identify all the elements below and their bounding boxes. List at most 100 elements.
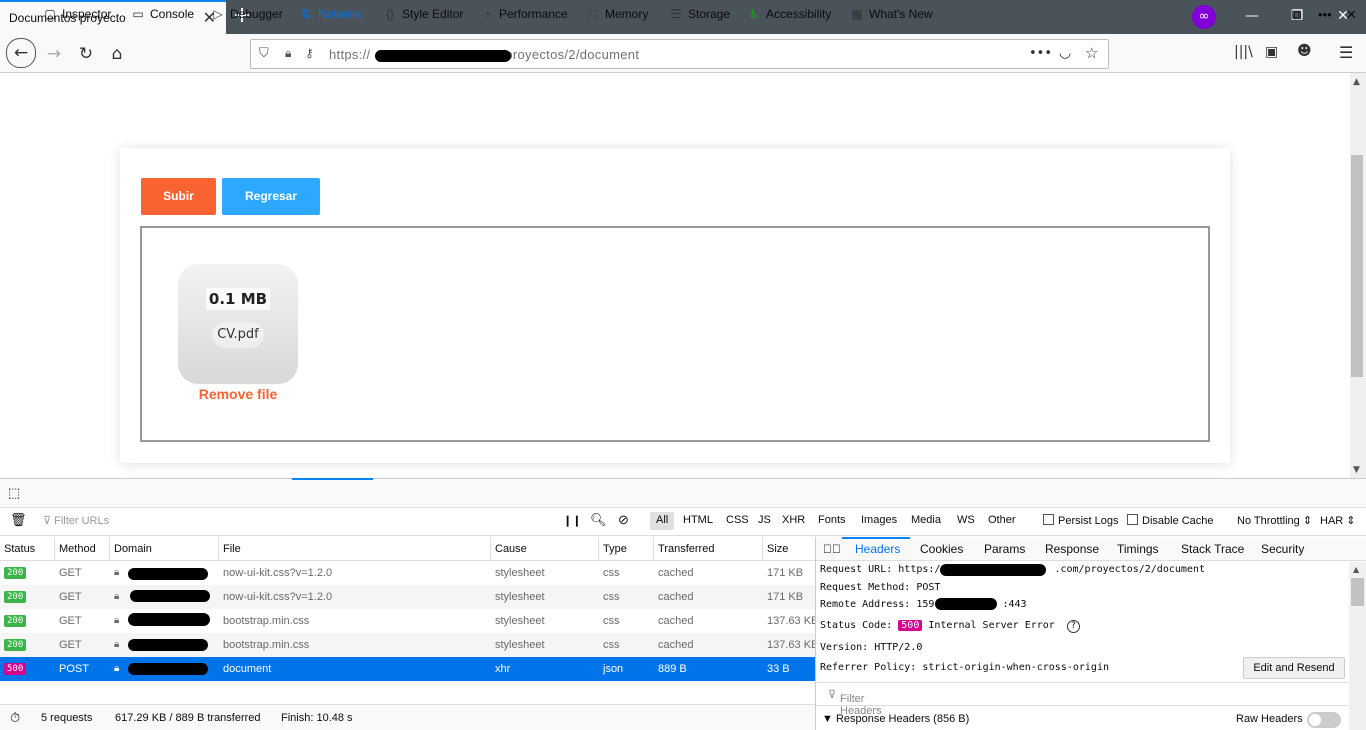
column-divider[interactable] <box>598 537 599 561</box>
home-icon[interactable]: ⌂ <box>104 41 130 67</box>
search-icon[interactable]: 🔍︎ <box>590 512 607 528</box>
dropzone[interactable] <box>140 226 1210 442</box>
upload-button[interactable]: Subir <box>141 178 216 215</box>
tab-label: Inspector <box>62 7 112 21</box>
tab-headers[interactable]: Headers <box>855 542 900 556</box>
column-divider[interactable] <box>109 537 110 561</box>
lock-icon[interactable]: 🔒︎ <box>285 46 291 61</box>
clear-trash-icon[interactable]: 🗑︎ <box>10 512 27 528</box>
col-cause[interactable]: Cause <box>495 543 527 555</box>
minimize-icon[interactable]: — <box>1242 6 1262 26</box>
filter-other[interactable]: Other <box>988 514 1016 526</box>
tab-accessibility[interactable]: ♿︎ Accessibility <box>746 7 832 21</box>
tab-inspector[interactable]: ▢ Inspector <box>42 7 111 21</box>
scroll-up-icon[interactable]: ▲ <box>1353 77 1360 87</box>
key-icon[interactable]: ⚷ <box>305 46 314 60</box>
help-icon[interactable]: ? <box>1066 620 1080 633</box>
filter-media[interactable]: Media <box>911 514 941 526</box>
persist-logs-checkbox[interactable]: Persist Logs <box>1043 514 1119 527</box>
block-icon[interactable]: ⊘ <box>618 512 629 528</box>
disable-cache-checkbox[interactable]: Disable Cache <box>1127 514 1214 527</box>
tab-memory[interactable]: ⬚ Memory <box>585 7 648 21</box>
filter-images[interactable]: Images <box>861 514 897 526</box>
pick-element-icon[interactable]: ⬚ <box>8 485 20 501</box>
col-file[interactable]: File <box>223 543 241 555</box>
col-status[interactable]: Status <box>4 543 35 555</box>
table-row[interactable]: 200 GET 🔒︎ now-ui-kit.css?v=1.2.0 styles… <box>0 561 815 585</box>
col-domain[interactable]: Domain <box>114 543 152 555</box>
reload-icon[interactable]: ↻ <box>73 41 99 67</box>
library-icon[interactable]: |||\ <box>1234 44 1253 60</box>
column-divider[interactable] <box>54 537 55 561</box>
menu-icon[interactable]: ☰ <box>1339 43 1353 62</box>
bookmark-star-icon[interactable]: ☆ <box>1085 44 1098 62</box>
raw-headers-toggle[interactable] <box>1307 712 1341 728</box>
tab-whats-new[interactable]: ▦ What's New <box>849 7 932 21</box>
filter-urls-input[interactable]: ⊽ Filter URLs <box>43 514 109 527</box>
tab-stack-trace[interactable]: Stack Trace <box>1181 542 1244 556</box>
tab-console[interactable]: ▭ Console <box>130 7 194 21</box>
tab-network[interactable]: ⇅ Network <box>298 7 362 21</box>
scroll-up-icon[interactable]: ▲ <box>1353 565 1359 574</box>
timer-icon[interactable]: ⏱︎ <box>10 710 20 726</box>
tab-performance[interactable]: ◔ Performance <box>479 7 567 21</box>
dock-icon[interactable]: ⧉ <box>1292 7 1301 23</box>
filter-ws[interactable]: WS <box>957 514 975 526</box>
filter-headers-input[interactable]: ⊽ Filter Headers <box>816 682 1348 717</box>
edit-and-resend-button[interactable]: Edit and Resend <box>1243 657 1345 679</box>
sidebar-icon[interactable]: ▣ <box>1265 44 1278 60</box>
table-row[interactable]: 200 GET 🔒︎ now-ui-kit.css?v=1.2.0 styles… <box>0 585 815 609</box>
extension-icon[interactable]: ☻ <box>1297 43 1312 59</box>
label: Status Code: <box>820 620 893 631</box>
tab-params[interactable]: Params <box>984 542 1025 556</box>
pocket-icon[interactable]: ◡ <box>1059 45 1071 61</box>
scroll-down-icon[interactable]: ▼ <box>1353 465 1360 475</box>
url-bar[interactable]: ⛉ 🔒︎ ⚷ https:///proyectos/2/document •••… <box>250 39 1109 69</box>
col-type[interactable]: Type <box>603 543 627 555</box>
column-divider[interactable] <box>653 537 654 561</box>
transferred: cached <box>658 567 694 579</box>
response-headers-toggle[interactable]: ▼ Response Headers (856 B) <box>822 713 969 725</box>
page-actions-icon[interactable]: ••• <box>1029 46 1052 61</box>
forward-arrow-icon[interactable]: → <box>41 41 67 67</box>
filter-all[interactable]: All <box>656 514 668 526</box>
value: strict-origin-when-cross-origin <box>922 662 1109 673</box>
tab-response[interactable]: Response <box>1045 542 1099 556</box>
more-options-icon[interactable]: ••• <box>1318 7 1332 22</box>
toggle-panel-icon[interactable]: ▷⃞ <box>823 542 841 556</box>
table-row[interactable]: 200 GET 🔒︎ bootstrap.min.css stylesheet … <box>0 633 818 657</box>
tab-timings[interactable]: Timings <box>1117 542 1159 556</box>
checkbox-label: Persist Logs <box>1058 515 1119 527</box>
table-row-selected[interactable]: 500 POST 🔒︎ document xhr json 889 B 33 B <box>0 657 815 681</box>
table-row[interactable]: 200 GET 🔒︎ bootstrap.min.css stylesheet … <box>0 609 818 633</box>
details-scrollbar-thumb[interactable] <box>1351 578 1364 606</box>
tab-storage[interactable]: ☰ Storage <box>668 7 730 21</box>
col-method[interactable]: Method <box>59 543 96 555</box>
col-transferred[interactable]: Transferred <box>658 543 714 555</box>
tab-label: Debugger <box>230 7 283 21</box>
network-icon: ⇅ <box>300 7 312 21</box>
tab-cookies[interactable]: Cookies <box>920 542 963 556</box>
filter-html[interactable]: HTML <box>683 514 713 526</box>
throttling-select[interactable]: No Throttling ⇕ <box>1237 514 1312 527</box>
filter-xhr[interactable]: XHR <box>782 514 805 526</box>
filter-css[interactable]: CSS <box>726 514 749 526</box>
tab-security[interactable]: Security <box>1261 542 1304 556</box>
back-arrow-icon[interactable]: ← <box>6 38 36 68</box>
tab-debugger[interactable]: ▷ Debugger <box>210 7 283 21</box>
back-button[interactable]: Regresar <box>222 178 320 215</box>
close-devtools-icon[interactable]: ✕ <box>1346 7 1357 23</box>
col-size[interactable]: Size <box>767 543 788 555</box>
filter-js[interactable]: JS <box>758 514 771 526</box>
shield-icon[interactable]: ⛉ <box>259 46 269 61</box>
column-divider[interactable] <box>490 537 491 561</box>
status-code-row: Status Code: 500 Internal Server Error ? <box>820 620 1080 633</box>
pause-icon[interactable]: ❙❙ <box>563 514 581 527</box>
remove-file-link[interactable]: Remove file <box>178 386 298 402</box>
column-divider[interactable] <box>218 537 219 561</box>
filter-fonts[interactable]: Fonts <box>818 514 846 526</box>
tab-style-editor[interactable]: {} Style Editor <box>382 7 463 21</box>
har-menu[interactable]: HAR ⇕ <box>1320 514 1356 527</box>
page-scrollbar-thumb[interactable] <box>1351 155 1363 377</box>
column-divider[interactable] <box>762 537 763 561</box>
